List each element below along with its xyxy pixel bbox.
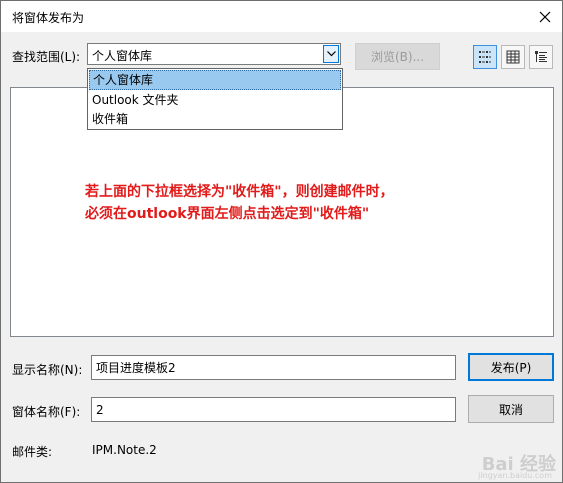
cancel-button[interactable]: 取消 <box>468 395 554 423</box>
form-name-field[interactable] <box>91 397 456 422</box>
combobox-arrow-button[interactable] <box>323 45 339 63</box>
lookin-value: 个人窗体库 <box>92 49 153 63</box>
dropdown-option-outlook-folders[interactable]: Outlook 文件夹 <box>89 90 341 110</box>
properties-view-button[interactable] <box>529 45 553 69</box>
list-view-icon <box>479 51 491 63</box>
message-class-label: 邮件类: <box>12 445 53 459</box>
annotation-line-1: 若上面的下拉框选择为"收件箱"，则创建邮件时， <box>85 184 394 200</box>
dropdown-option-personal-forms[interactable]: 个人窗体库 <box>89 70 341 90</box>
publish-form-dialog: 将窗体发布为 查找范围(L): 个人窗体库 浏览(B)... 个人窗体库 Out… <box>0 0 563 483</box>
list-view-button[interactable] <box>473 45 497 69</box>
publish-button[interactable]: 发布(P) <box>468 353 554 381</box>
chevron-down-icon <box>326 51 336 57</box>
form-name-input[interactable] <box>92 398 455 421</box>
dropdown-option-inbox[interactable]: 收件箱 <box>89 109 341 129</box>
close-icon <box>539 11 551 22</box>
form-name-label: 窗体名称(F): <box>12 405 81 419</box>
lookin-dropdown-list: 个人窗体库 Outlook 文件夹 收件箱 <box>87 68 343 130</box>
display-name-input[interactable] <box>92 356 455 379</box>
baidu-watermark-url: jingyan.baidu.com <box>478 471 552 480</box>
display-name-field[interactable] <box>91 355 456 380</box>
annotation-line-2: 必须在outlook界面左侧点击选定到"收件箱" <box>85 206 370 222</box>
message-class-value: IPM.Note.2 <box>92 443 157 457</box>
lookin-combobox[interactable]: 个人窗体库 <box>87 43 341 65</box>
details-view-icon <box>506 50 520 64</box>
details-view-button[interactable] <box>501 45 525 69</box>
close-button[interactable] <box>528 1 562 32</box>
title-bar: 将窗体发布为 <box>1 1 562 32</box>
browse-button[interactable]: 浏览(B)... <box>355 43 440 70</box>
properties-view-icon <box>535 51 547 62</box>
dialog-title: 将窗体发布为 <box>12 11 85 25</box>
lookin-label: 查找范围(L): <box>12 50 81 64</box>
display-name-label: 显示名称(N): <box>12 363 83 377</box>
annotation-note: 若上面的下拉框选择为"收件箱"，则创建邮件时， 必须在outlook界面左侧点击… <box>85 181 394 225</box>
